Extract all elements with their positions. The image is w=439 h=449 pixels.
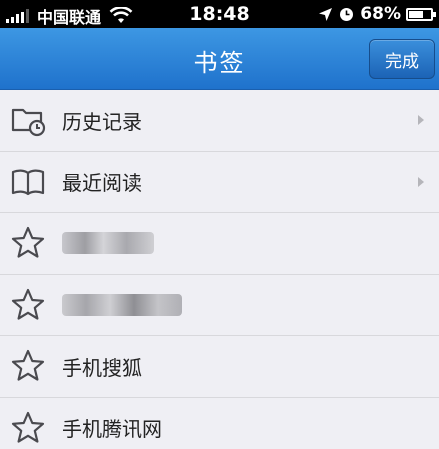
list-item-bookmark[interactable] [0,213,439,275]
list-item-recent-reading[interactable]: 最近阅读 [0,151,439,213]
list-item-label: 手机搜狐 [62,355,142,380]
battery-percent: 68% [360,4,401,24]
list-item-label: 最近阅读 [62,171,142,196]
status-bar: 中国联通 18:48 68% [0,0,439,28]
redacted-label [62,232,154,255]
star-icon [11,411,45,443]
star-icon [11,288,45,320]
clock-icon [340,7,354,21]
redacted-label [62,293,182,316]
history-folder-icon [11,109,46,137]
chevron-right-icon [418,115,424,125]
star-icon [11,227,45,258]
location-arrow-icon [319,7,333,21]
star-icon [11,350,45,381]
bookmark-list: 历史记录 最近阅读 手机搜狐 手机腾讯网 [0,90,439,449]
battery-fill [409,10,423,18]
chevron-right-icon [418,176,424,187]
navigation-bar: 书签 完成 [0,28,439,90]
list-item-bookmark[interactable]: 手机搜狐 [0,336,439,398]
list-item-bookmark[interactable] [0,274,439,336]
list-item-history[interactable]: 历史记录 [0,90,439,152]
done-button[interactable]: 完成 [369,39,435,79]
list-item-bookmark[interactable]: 手机腾讯网 [0,397,439,449]
status-right: 68% [318,4,436,24]
book-icon [11,169,45,195]
list-item-label: 历史记录 [62,109,142,134]
battery-icon [406,7,436,21]
list-item-label: 手机腾讯网 [62,417,162,442]
